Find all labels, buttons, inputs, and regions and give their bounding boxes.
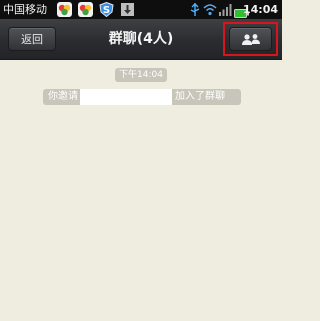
message-time-badge: 下午14:04	[115, 68, 167, 82]
status-bar: 中国移动 S 14:04	[0, 0, 282, 19]
system-message-prefix: 你邀请	[48, 91, 78, 102]
system-message-suffix: 加入了群聊	[175, 91, 225, 102]
system-message: 你邀请 加入了群聊	[43, 89, 241, 105]
app-notification-icon	[78, 2, 93, 17]
redacted-names	[80, 89, 172, 105]
chat-area[interactable]: 下午14:04 你邀请 加入了群聊	[0, 60, 282, 321]
back-button[interactable]: 返回	[8, 27, 56, 51]
app-notification-icon	[57, 2, 72, 17]
download-icon	[120, 2, 135, 17]
group-members-button[interactable]	[229, 27, 272, 51]
security-shield-icon: S	[99, 2, 114, 17]
page-title: 群聊(4人)	[108, 31, 174, 47]
carrier-name: 中国移动	[3, 3, 47, 16]
clock: 14:04	[242, 3, 278, 16]
group-members-icon	[242, 34, 260, 45]
title-bar: 返回 群聊(4人)	[0, 19, 282, 60]
svg-text:S: S	[103, 5, 110, 16]
